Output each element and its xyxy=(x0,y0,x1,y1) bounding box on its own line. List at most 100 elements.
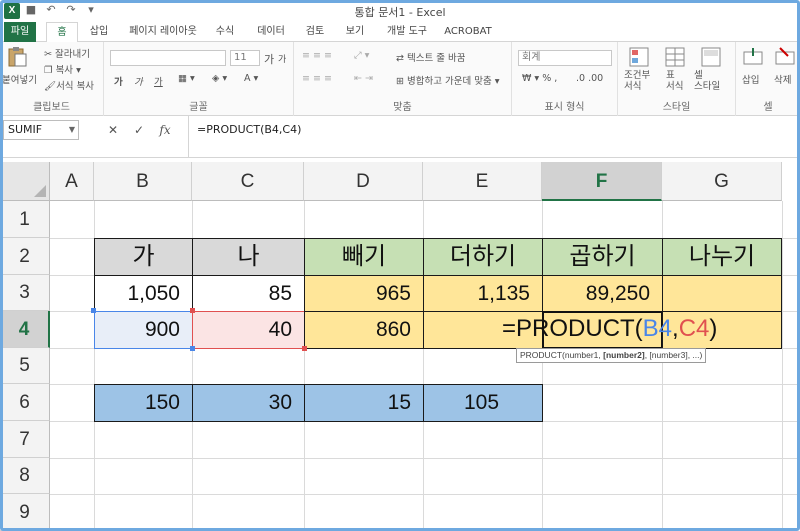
insert-cells-button[interactable]: 삽입 xyxy=(742,72,759,86)
format-table-button[interactable]: 표 서식 xyxy=(666,70,683,92)
row-header-5[interactable]: 5 xyxy=(0,348,50,384)
font-color-icon[interactable]: A ▾ xyxy=(244,73,258,84)
conditional-format-button[interactable]: 조건부 서식 xyxy=(624,70,650,92)
window-title: 통합 문서1 - Excel xyxy=(354,6,446,19)
borders-icon[interactable]: ▦ ▾ xyxy=(178,73,195,84)
delete-cells-icon[interactable] xyxy=(774,46,796,68)
tab-file[interactable]: 파일 xyxy=(4,22,36,42)
row-header-2[interactable]: 2 xyxy=(0,238,50,275)
ref-b4-handle[interactable] xyxy=(91,308,96,313)
currency-icon[interactable]: ₩ ▾ % , xyxy=(522,73,557,84)
select-all-button[interactable] xyxy=(0,162,50,201)
ref-b4-handle[interactable] xyxy=(190,346,195,351)
cell-c4[interactable]: 40 xyxy=(192,311,305,349)
tab-home[interactable]: 홈 xyxy=(46,22,78,43)
cell-styles-icon[interactable] xyxy=(700,46,722,68)
paste-icon[interactable] xyxy=(6,46,28,68)
cell-g2[interactable]: 나누기 xyxy=(662,238,782,276)
tab-page-layout[interactable]: 페이지 레이아웃 xyxy=(122,22,204,42)
cell-styles-button[interactable]: 셀 스타일 xyxy=(694,70,720,92)
orientation-icon[interactable]: ⤢ ▾ xyxy=(354,50,369,61)
copy-button[interactable]: ❐ 복사 ▾ xyxy=(44,62,81,76)
row-header-3[interactable]: 3 xyxy=(0,275,50,311)
enter-icon[interactable]: ✓ xyxy=(126,120,152,140)
cell-d6[interactable]: 15 xyxy=(304,384,424,422)
cell-f4-formula-edit[interactable]: =PRODUCT(B4,C4) xyxy=(502,311,717,349)
wrap-text-button[interactable]: ⇄ 텍스트 줄 바꿈 xyxy=(396,50,465,64)
tab-data[interactable]: 데이터 xyxy=(252,22,290,42)
column-header-b[interactable]: B xyxy=(94,162,192,201)
tab-developer[interactable]: 개발 도구 xyxy=(380,22,434,42)
insert-cells-icon[interactable] xyxy=(742,46,764,68)
cell-e6[interactable]: 105 xyxy=(423,384,543,422)
shrink-font-button[interactable]: 가 xyxy=(278,52,286,65)
cell-c3[interactable]: 85 xyxy=(192,275,305,312)
ref-c4-handle[interactable] xyxy=(302,346,307,351)
name-box[interactable]: SUMIF ▼ xyxy=(3,120,79,140)
delete-cells-button[interactable]: 삭제 xyxy=(774,72,791,86)
row-header-4[interactable]: 4 xyxy=(0,311,50,348)
column-header-c[interactable]: C xyxy=(192,162,304,201)
conditional-format-icon[interactable] xyxy=(628,46,650,68)
column-header-f[interactable]: F xyxy=(542,162,662,201)
row-header-8[interactable]: 8 xyxy=(0,458,50,494)
indent-icons[interactable]: ⇤ ⇥ xyxy=(354,73,373,84)
name-box-value: SUMIF xyxy=(8,123,43,136)
cell-d4[interactable]: 860 xyxy=(304,311,424,349)
fill-color-icon[interactable]: ◈ ▾ xyxy=(212,73,227,84)
cell-e3[interactable]: 1,135 xyxy=(423,275,543,312)
cell-c6[interactable]: 30 xyxy=(192,384,305,422)
cell-g3[interactable] xyxy=(662,275,782,312)
formula-suffix: ) xyxy=(709,315,718,342)
column-header-g[interactable]: G xyxy=(662,162,782,201)
grow-font-button[interactable]: 가 xyxy=(264,51,274,67)
cell-b2[interactable]: 가 xyxy=(94,238,193,276)
align-top-icons[interactable]: ≡ ≡ ≡ xyxy=(302,50,332,61)
tab-formulas[interactable]: 수식 xyxy=(210,22,240,42)
tab-insert[interactable]: 삽입 xyxy=(84,22,114,42)
cut-button[interactable]: ✂ 잘라내기 xyxy=(44,46,90,60)
row-header-7[interactable]: 7 xyxy=(0,421,50,458)
bold-button[interactable]: 가 xyxy=(114,74,123,88)
worksheet-grid[interactable]: A B C D E F G 1 2 3 4 5 6 7 8 9 가 나 빼기 더… xyxy=(0,162,800,531)
cell-b4[interactable]: 900 xyxy=(94,311,193,349)
insert-function-icon[interactable]: fx xyxy=(152,120,178,140)
column-header-a[interactable]: A xyxy=(50,162,94,201)
decimal-icons[interactable]: .0 .00 xyxy=(576,73,603,84)
formula-input[interactable]: =PRODUCT(B4,C4) xyxy=(188,116,800,158)
formula-comma: , xyxy=(672,315,679,342)
font-size-dropdown[interactable]: 11 xyxy=(230,50,260,66)
align-left-icons[interactable]: ≡ ≡ ≡ xyxy=(302,73,332,84)
number-group: 회계 ₩ ▾ % , .0 .00 표시 형식 xyxy=(512,42,618,116)
cell-e2[interactable]: 더하기 xyxy=(423,238,543,276)
name-box-dropdown-icon[interactable]: ▼ xyxy=(69,121,75,139)
cell-f2[interactable]: 곱하기 xyxy=(542,238,663,276)
cancel-icon[interactable]: ✕ xyxy=(100,120,126,140)
underline-button[interactable]: 가 xyxy=(154,74,163,88)
column-header-d[interactable]: D xyxy=(304,162,423,201)
tab-view[interactable]: 보기 xyxy=(340,22,370,42)
row-header-6[interactable]: 6 xyxy=(0,384,50,421)
alignment-group: ≡ ≡ ≡ ⤢ ▾ ⇄ 텍스트 줄 바꿈 ≡ ≡ ≡ ⇤ ⇥ ⊞ 병합하고 가운… xyxy=(294,42,512,116)
cell-d2[interactable]: 빼기 xyxy=(304,238,424,276)
cell-d3[interactable]: 965 xyxy=(304,275,424,312)
clipboard-group-label: 클립보드 xyxy=(33,102,70,113)
ref-c4-handle[interactable] xyxy=(190,308,195,313)
number-format-dropdown[interactable]: 회계 xyxy=(518,50,612,66)
font-name-dropdown[interactable] xyxy=(110,50,226,66)
format-table-icon[interactable] xyxy=(664,46,686,68)
cell-b6[interactable]: 150 xyxy=(94,384,193,422)
cell-f3[interactable]: 89,250 xyxy=(542,275,663,312)
column-header-e[interactable]: E xyxy=(423,162,542,201)
row-header-9[interactable]: 9 xyxy=(0,494,50,531)
alignment-group-label: 맞춤 xyxy=(393,102,412,113)
italic-button[interactable]: 가 xyxy=(134,74,143,88)
tab-review[interactable]: 검토 xyxy=(300,22,330,42)
cell-c2[interactable]: 나 xyxy=(192,238,305,276)
merge-center-button[interactable]: ⊞ 병합하고 가운데 맞춤 ▾ xyxy=(396,73,500,87)
format-painter-button[interactable]: 🖌서식 복사 xyxy=(44,78,94,92)
row-header-1[interactable]: 1 xyxy=(0,201,50,238)
tab-acrobat[interactable]: ACROBAT xyxy=(440,22,496,42)
cell-b3[interactable]: 1,050 xyxy=(94,275,193,312)
paste-button[interactable]: 붙여넣기 xyxy=(2,72,37,86)
